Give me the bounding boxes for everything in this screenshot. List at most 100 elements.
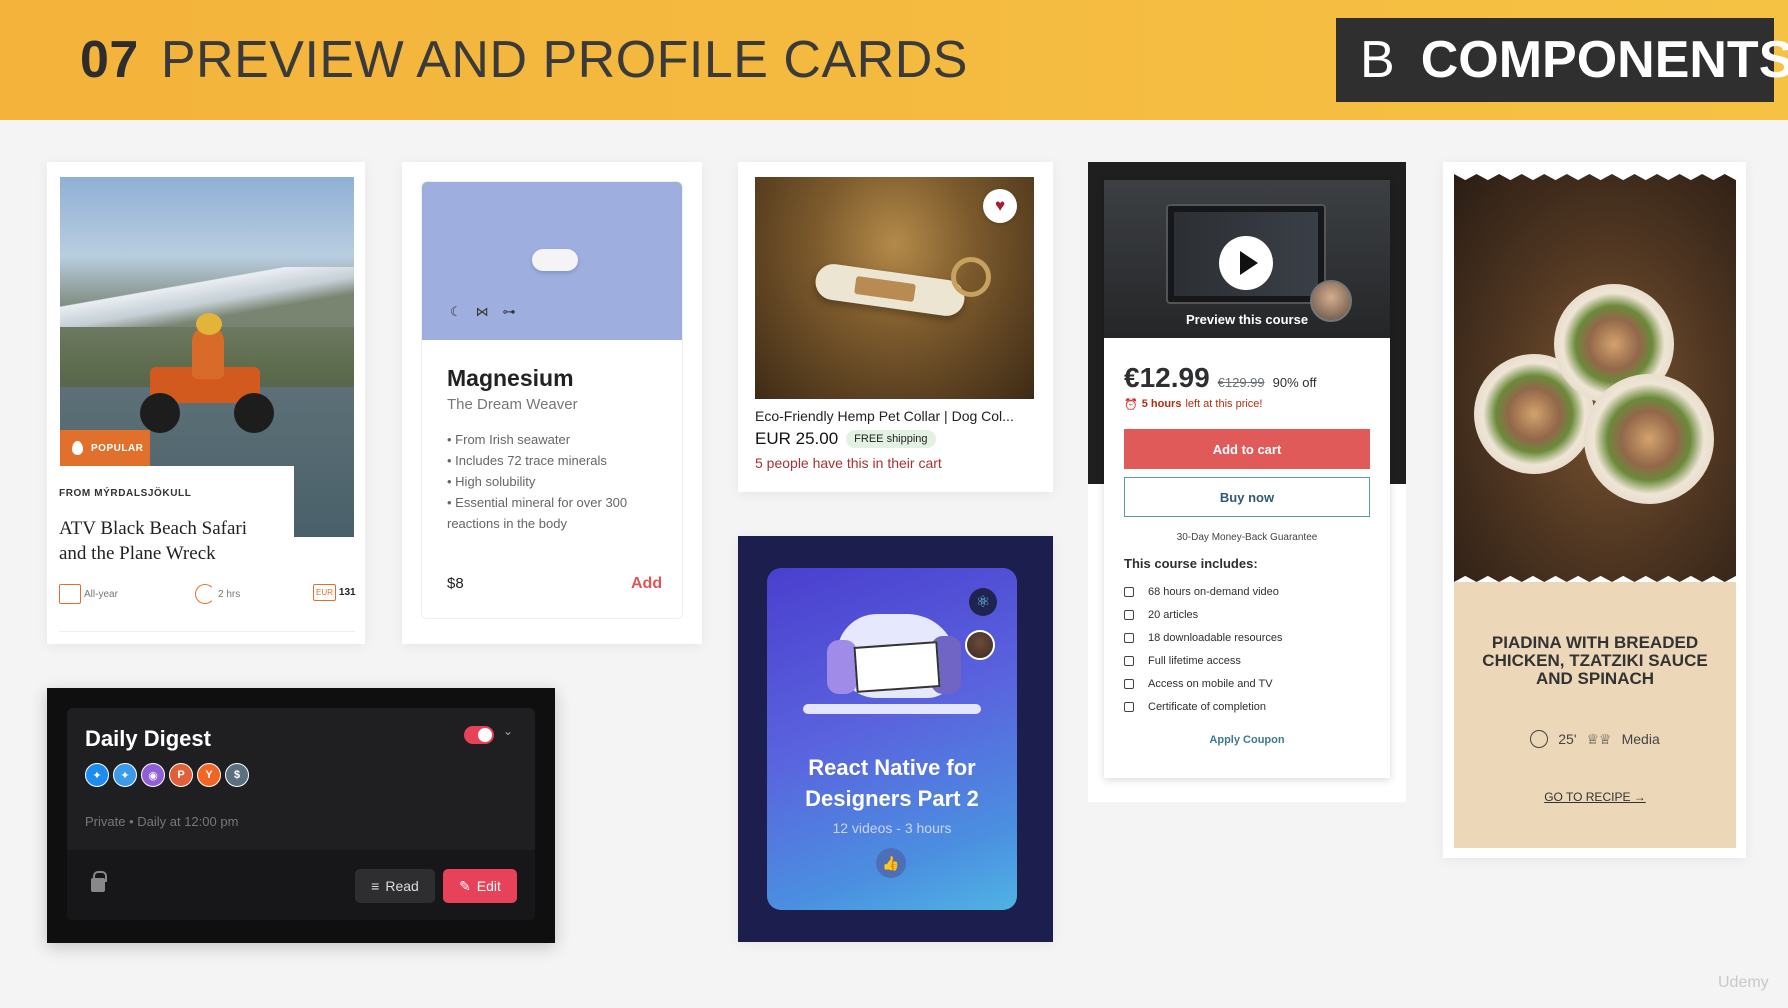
include-label: Access on mobile and TV (1148, 677, 1273, 690)
tour-meta: All-year 2 hrs EUR 131 (59, 584, 357, 604)
currency-icon: EUR (313, 584, 336, 601)
page-title: 07 PREVIEW AND PROFILE CARDS (80, 30, 968, 90)
include-label: 68 hours on-demand video (1148, 585, 1279, 598)
product-price: $8 (447, 575, 464, 592)
section-number: 07 (80, 31, 139, 89)
twitter-icon[interactable]: ✦ (113, 763, 137, 787)
list-item: Essential mineral for over 300 reactions… (447, 492, 667, 534)
include-label: 18 downloadable resources (1148, 631, 1283, 644)
chef-hat-icon: ♕♕ (1586, 730, 1612, 747)
badge-text: COMPONENTS (1420, 31, 1788, 89)
read-button[interactable]: ≡ Read (355, 869, 435, 903)
preview-label: Preview this course (1185, 312, 1309, 327)
guarantee-text: 30-Day Money-Back Guarantee (1176, 532, 1318, 543)
lock-icon (91, 871, 107, 892)
price-label: 131 (338, 587, 356, 598)
bone-icon: ⋈ (475, 304, 489, 319)
recipe-card[interactable]: PIADINA WITH BREADED CHICKEN, TZATZIKI S… (1443, 162, 1746, 858)
tour-origin: FROM MÝRDALSJÖKULL (59, 488, 192, 499)
course-subtitle: 12 videos - 3 hours (832, 820, 952, 836)
author-avatar (965, 630, 995, 660)
includes-heading: This course includes: (1124, 556, 1258, 571)
header-banner: 07 PREVIEW AND PROFILE CARDS B COMPONENTS (0, 0, 1788, 120)
category-badge: B COMPONENTS (1336, 18, 1788, 102)
list-item: Includes 72 trace minerals (447, 450, 667, 471)
digest-toggle[interactable] (464, 726, 494, 744)
cart-count-text: 5 people have this in their cart (755, 455, 942, 471)
feature-list: From Irish seawater Includes 72 trace mi… (447, 429, 667, 534)
dollar-icon[interactable]: $ (225, 763, 249, 787)
list-item: From Irish seawater (447, 429, 667, 450)
hackernews-icon[interactable]: Y (197, 763, 221, 787)
recipe-time: 25' (1558, 731, 1577, 747)
calendar-icon (59, 584, 81, 604)
badge-letter: B (1360, 31, 1395, 89)
edit-button[interactable]: ✎ Edit (443, 869, 517, 903)
moon-icon: ☾ (450, 304, 462, 319)
digest-footer: ≡ Read ✎ Edit (67, 850, 535, 920)
list-icon: ≡ (371, 878, 380, 894)
alarm-icon: ⏰ (1124, 399, 1138, 411)
product-price: EUR 25.00 (755, 429, 839, 448)
producthunt-icon[interactable]: P (169, 763, 193, 787)
pet-collar-card[interactable]: ♥ Eco-Friendly Hemp Pet Collar | Dog Col… (738, 162, 1053, 492)
read-label: Read (385, 878, 419, 894)
udemy-watermark: Udemy (1718, 974, 1769, 991)
thumbs-up-icon[interactable]: 👍 (876, 848, 906, 878)
list-item: Certificate of completion (1124, 695, 1283, 718)
course-title: React Native for Designers Part 2 (805, 755, 979, 811)
section-title: PREVIEW AND PROFILE CARDS (160, 31, 968, 89)
tour-title[interactable]: ATV Black Beach Safari and the Plane Wre… (59, 516, 279, 566)
product-price-row: EUR 25.00 FREE shipping (755, 429, 936, 449)
apply-coupon-link[interactable]: Apply Coupon (1104, 734, 1390, 746)
recipe-photo (1454, 174, 1736, 582)
mobile-icon (1124, 678, 1134, 689)
list-item: 68 hours on-demand video (1124, 580, 1283, 603)
play-icon[interactable] (1219, 236, 1273, 290)
favorite-heart-icon[interactable]: ♥ (983, 189, 1017, 223)
divider (59, 631, 355, 632)
pill-illustration (532, 249, 578, 271)
deal-timer: ⏰ 5 hours left at this price! (1124, 398, 1262, 411)
add-button[interactable]: Add (631, 575, 662, 593)
daily-digest-card: Daily Digest ⌄ ✦ ✦ ◉ P Y $ Private • Daily at… (47, 688, 555, 943)
digest-title: Daily Digest (85, 726, 211, 751)
course-preview-card[interactable]: ⚛ React Native for Designers Part 2 12 v… (738, 536, 1053, 942)
edit-label: Edit (476, 878, 501, 894)
includes-list: 68 hours on-demand video 20 articles 18 … (1124, 580, 1283, 718)
rss-icon[interactable]: ◉ (141, 763, 165, 787)
list-item: High solubility (447, 471, 667, 492)
list-item: 20 articles (1124, 603, 1283, 626)
go-to-recipe-link[interactable]: GO TO RECIPE → (1454, 790, 1736, 804)
discount-label: 90% off (1272, 375, 1317, 390)
chevron-down-icon[interactable]: ⌄ (503, 724, 513, 738)
dumbbell-icon: ⊶ (502, 304, 516, 319)
add-to-cart-button[interactable]: Add to cart (1124, 429, 1370, 469)
atv-tour-card[interactable]: POPULAR FROM MÝRDALSJÖKULL ATV Black Bea… (47, 162, 365, 644)
timer-text: left at this price! (1185, 398, 1263, 410)
certificate-icon (1124, 701, 1134, 712)
include-label: Full lifetime access (1148, 654, 1241, 667)
bluesky-icon[interactable]: ✦ (85, 763, 109, 787)
buy-now-button[interactable]: Buy now (1124, 477, 1370, 517)
file-icon (1124, 609, 1134, 620)
magnesium-product-card: ☾ ⋈ ⊶ Magnesium The Dream Weaver From Ir… (402, 162, 702, 644)
course-purchase-card: Preview this course €12.99 €129.99 90% o… (1088, 162, 1406, 802)
list-item: Access on mobile and TV (1124, 672, 1283, 695)
popular-label: POPULAR (91, 442, 144, 454)
infinity-icon (1124, 655, 1134, 666)
download-icon (1124, 632, 1134, 643)
popular-badge: POPULAR (60, 430, 150, 466)
original-price: €129.99 (1217, 375, 1265, 390)
product-subtitle: The Dream Weaver (447, 396, 578, 413)
season-label: All-year (84, 588, 118, 600)
price-row: €12.99 €129.99 90% off (1124, 362, 1317, 394)
product-name[interactable]: Eco-Friendly Hemp Pet Collar | Dog Col..… (755, 408, 1014, 424)
clock-icon (195, 584, 215, 604)
product-image: ☾ ⋈ ⊶ (422, 182, 682, 340)
product-name: Magnesium (447, 365, 574, 391)
course-preview[interactable]: Preview this course (1104, 180, 1390, 338)
clock-icon (1530, 730, 1549, 748)
video-icon (1124, 586, 1134, 597)
digest-schedule: Private • Daily at 12:00 pm (85, 814, 239, 829)
